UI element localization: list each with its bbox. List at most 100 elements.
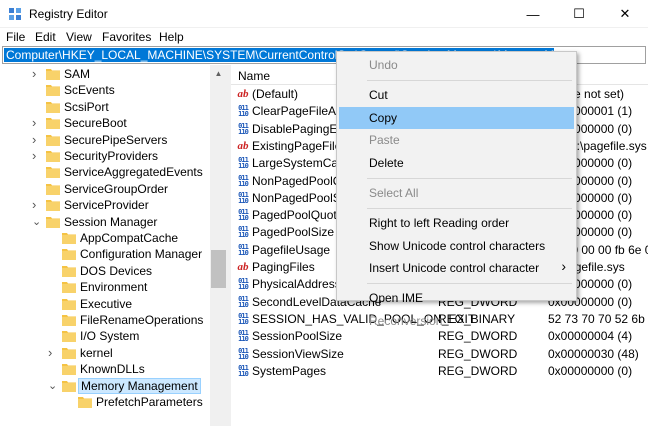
value-type: REG_DWORD bbox=[438, 346, 518, 361]
folder-icon bbox=[62, 314, 76, 326]
menu-file[interactable]: File bbox=[6, 30, 25, 44]
ctx-item-label: Copy bbox=[369, 110, 398, 125]
tree-item-label: SecurityProviders bbox=[64, 149, 159, 163]
tree-item[interactable]: Configuration Manager bbox=[0, 246, 210, 262]
chevron-down-icon[interactable]: ⌄ bbox=[48, 380, 58, 391]
tree-item[interactable]: PrefetchParameters bbox=[0, 394, 210, 410]
binary-value-icon: 011 110 bbox=[238, 311, 249, 326]
value-name: (Default) bbox=[252, 87, 299, 101]
tree-item[interactable]: ScsiPort bbox=[0, 99, 210, 115]
ctx-item-reconversion[interactable]: Reconversion bbox=[339, 310, 574, 332]
folder-icon bbox=[46, 134, 60, 146]
folder-icon bbox=[46, 150, 60, 162]
tree-item[interactable]: ScEvents bbox=[0, 82, 210, 98]
tree-item[interactable]: FileRenameOperations bbox=[0, 312, 210, 328]
ctx-item-label: Right to left Reading order bbox=[369, 215, 510, 230]
binary-value-icon: 011 110 bbox=[238, 225, 249, 240]
tree-item[interactable]: AppCompatCache bbox=[0, 230, 210, 246]
title-bar: Registry Editor — ☐ ✕ bbox=[0, 0, 648, 28]
folder-icon bbox=[46, 84, 60, 97]
submenu-arrow-icon: › bbox=[561, 258, 566, 275]
chevron-right-icon[interactable]: › bbox=[32, 198, 42, 211]
chevron-right-icon[interactable]: › bbox=[48, 346, 58, 359]
chevron-right-icon[interactable]: › bbox=[32, 149, 42, 162]
tree-item-label: SAM bbox=[64, 67, 91, 81]
chevron-right-icon[interactable]: › bbox=[32, 116, 42, 129]
ctx-item-delete[interactable]: Delete bbox=[339, 152, 574, 174]
tree-item[interactable]: › SecurityProviders bbox=[0, 148, 210, 164]
string-value-icon: ab bbox=[237, 139, 249, 152]
folder-icon bbox=[46, 68, 60, 80]
value-data: 0x00000030 (48) bbox=[548, 346, 639, 361]
tree-item[interactable]: ServiceAggregatedEvents bbox=[0, 164, 210, 180]
tree-item[interactable]: DOS Devices bbox=[0, 263, 210, 279]
value-name: PagefileUsage bbox=[252, 242, 331, 257]
binary-value-icon: 011 110 bbox=[238, 104, 249, 119]
tree-item[interactable]: KnownDLLs bbox=[0, 361, 210, 377]
ctx-item-label: Undo bbox=[369, 58, 398, 72]
menu-view[interactable]: View bbox=[66, 30, 92, 44]
tree-item-label: I/O System bbox=[80, 329, 140, 344]
ctx-item-open-ime[interactable]: Open IME bbox=[339, 287, 574, 309]
binary-value-icon: 011 110 bbox=[238, 242, 249, 257]
close-button[interactable]: ✕ bbox=[602, 0, 648, 28]
tree-item[interactable]: ⌄ Session Manager bbox=[0, 214, 210, 230]
folder-icon bbox=[46, 166, 60, 179]
binary-value-icon: 011 110 bbox=[238, 156, 249, 171]
chevron-down-icon[interactable]: ⌄ bbox=[32, 216, 42, 227]
tree-item-label: PrefetchParameters bbox=[96, 395, 203, 409]
ctx-item-cut[interactable]: Cut bbox=[339, 84, 574, 106]
binary-value-icon: 011 110 bbox=[238, 363, 249, 378]
tree-item[interactable]: ⌄ Memory Management bbox=[0, 377, 210, 394]
folder-icon bbox=[46, 101, 60, 113]
ctx-item-label: Delete bbox=[369, 156, 404, 171]
scroll-thumb[interactable] bbox=[211, 250, 226, 288]
maximize-icon: ☐ bbox=[573, 6, 585, 21]
ctx-item-label: Show Unicode control characters bbox=[369, 238, 546, 253]
ctx-item-paste[interactable]: Paste bbox=[339, 129, 574, 151]
tree-item[interactable]: › SAM bbox=[0, 66, 210, 82]
binary-value-icon: 011 110 bbox=[238, 277, 249, 292]
tree-item[interactable]: › SecureBoot bbox=[0, 115, 210, 131]
ctx-item-copy[interactable]: Copy bbox=[339, 106, 574, 129]
ctx-item-show-unicode-control-characters[interactable]: Show Unicode control characters bbox=[339, 235, 574, 257]
tree-item[interactable]: › kernel bbox=[0, 345, 210, 361]
menu-help[interactable]: Help bbox=[159, 30, 184, 44]
folder-icon bbox=[62, 347, 76, 359]
tree-item[interactable]: Environment bbox=[0, 279, 210, 295]
column-name-header[interactable]: Name bbox=[238, 69, 270, 83]
binary-value-icon: 011 110 bbox=[238, 208, 249, 223]
menu-separator bbox=[367, 283, 572, 285]
folder-icon bbox=[62, 232, 76, 244]
tree-item[interactable]: ServiceGroupOrder bbox=[0, 181, 210, 197]
binary-value-icon: 011 110 bbox=[238, 190, 249, 205]
tree-item-label: FileRenameOperations bbox=[80, 313, 204, 327]
minimize-button[interactable]: — bbox=[510, 0, 556, 28]
maximize-button[interactable]: ☐ bbox=[556, 0, 602, 28]
chevron-right-icon[interactable]: › bbox=[32, 133, 42, 146]
folder-icon bbox=[62, 330, 76, 343]
tree-item-label: ServiceProvider bbox=[64, 198, 149, 213]
ctx-item-right-to-left-reading-order[interactable]: Right to left Reading order bbox=[339, 212, 574, 234]
value-row[interactable]: 011 110 SessionViewSize REG_DWORD 0x00000030… bbox=[231, 346, 648, 363]
ctx-item-label: Open IME bbox=[369, 291, 424, 306]
menu-favorites[interactable]: Favorites bbox=[102, 30, 151, 44]
key-tree[interactable]: › SAM ScEvents ScsiPort › SecureBoot › SecurePi… bbox=[0, 65, 210, 426]
chevron-right-icon[interactable]: › bbox=[32, 67, 42, 80]
tree-item[interactable]: Executive bbox=[0, 296, 210, 312]
tree-item[interactable]: I/O System bbox=[0, 328, 210, 344]
tree-scrollbar[interactable]: ▲ bbox=[210, 65, 227, 426]
binary-value-icon: 011 110 bbox=[238, 346, 249, 361]
folder-icon bbox=[62, 380, 76, 392]
tree-item-label: SecureBoot bbox=[64, 116, 127, 131]
ctx-item-select-all[interactable]: Select All bbox=[339, 182, 574, 204]
value-row[interactable]: 011 110 SystemPages REG_DWORD 0x00000000 (0) bbox=[231, 363, 648, 380]
value-data: 0x00000000 (0) bbox=[548, 363, 633, 378]
tree-item-label: DOS Devices bbox=[80, 263, 153, 278]
menu-edit[interactable]: Edit bbox=[35, 30, 56, 44]
tree-item[interactable]: › ServiceProvider bbox=[0, 197, 210, 213]
ctx-item-insert-unicode-control-character[interactable]: Insert Unicode control character › bbox=[339, 257, 574, 279]
scroll-up-arrow-icon[interactable]: ▲ bbox=[210, 65, 227, 82]
ctx-item-undo[interactable]: Undo bbox=[339, 54, 574, 76]
tree-item[interactable]: › SecurePipeServers bbox=[0, 132, 210, 148]
